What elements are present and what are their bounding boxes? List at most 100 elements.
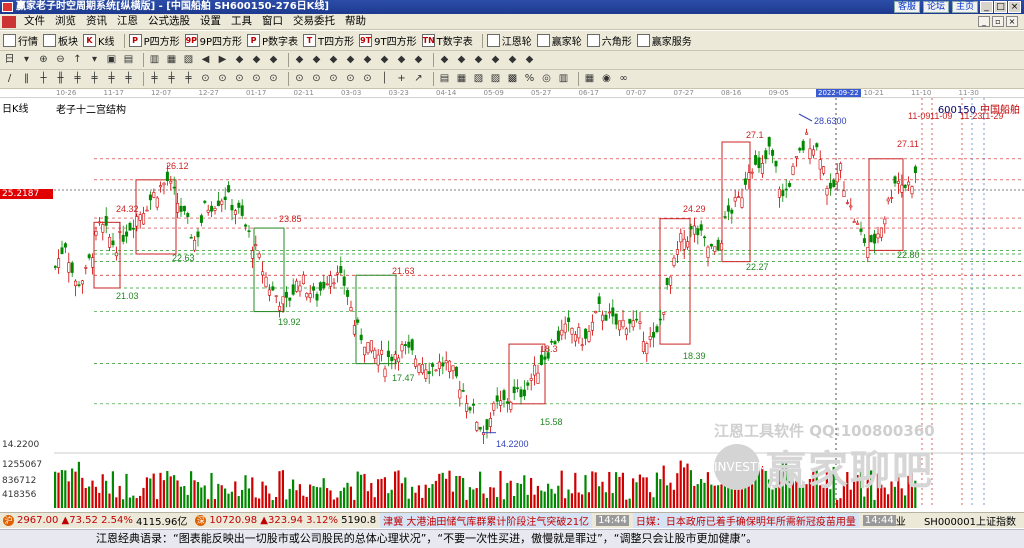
menu-info[interactable]: 资讯 [81, 14, 112, 29]
document-icon[interactable] [2, 15, 16, 28]
toolbar3_icons-tool-icon-8[interactable]: ╪ [148, 72, 161, 86]
toolbar3_icons-tool-icon-4[interactable]: ╪ [71, 72, 84, 86]
toolbar-button-12[interactable]: 赢家服务 [636, 33, 692, 48]
toolbar3_icons-tool-icon-10[interactable]: ╪ [182, 72, 195, 86]
toolbar3_icons-tool-icon-22[interactable]: + [395, 72, 408, 86]
toolbar3_icons-tool-icon-18[interactable]: ⊙ [327, 72, 340, 86]
toolbar2_icons-tool-icon-28[interactable]: ◆ [506, 53, 519, 67]
toolbar2_icons-tool-icon-18[interactable]: ◆ [327, 53, 340, 67]
toolbar-button-4[interactable]: 9P 9P四方形 [184, 33, 242, 48]
toolbar2_icons-tool-icon-4[interactable]: ↑ [71, 53, 84, 67]
toolbar2_icons-tool-icon-8[interactable]: ▥ [148, 53, 161, 67]
menu-gann[interactable]: 江恩 [112, 14, 143, 29]
toolbar3_icons-tool-icon-25[interactable]: ▦ [455, 72, 468, 86]
toolbar3_icons-tool-icon-27[interactable]: ▨ [489, 72, 502, 86]
toolbar2_icons-tool-icon-5[interactable]: ▾ [88, 53, 101, 67]
index-code[interactable]: SH000001上证指数 [924, 513, 1016, 528]
toolbar2_icons-tool-icon-0[interactable]: 日 [3, 53, 16, 67]
close-button[interactable]: × [1008, 1, 1021, 13]
toolbar3_icons-tool-icon-1[interactable]: ‖ [20, 72, 33, 86]
toolbar3_icons-tool-icon-12[interactable]: ⊙ [216, 72, 229, 86]
toolbar2_icons-tool-icon-16[interactable]: ◆ [293, 53, 306, 67]
toolbar-button-10[interactable]: 赢家轮 [536, 33, 582, 48]
toolbar2_icons-tool-icon-29[interactable]: ◆ [523, 53, 536, 67]
menu-trade[interactable]: 交易委托 [288, 14, 340, 29]
toolbar3_icons-tool-icon-21[interactable]: │ [378, 72, 391, 86]
menu-browse[interactable]: 浏览 [50, 14, 81, 29]
toolbar2_icons-tool-icon-6[interactable]: ▣ [105, 53, 118, 67]
mdi-close-button[interactable]: × [1006, 16, 1018, 27]
toolbar3_icons-tool-icon-26[interactable]: ▧ [472, 72, 485, 86]
toolbar3_icons-tool-icon-11[interactable]: ⊙ [199, 72, 212, 86]
minimize-button[interactable]: _ [980, 1, 993, 13]
toolbar2_icons-tool-icon-20[interactable]: ◆ [361, 53, 374, 67]
news-item-1[interactable]: 津冀 大港油田储气库群累计阶段注气突破21亿 [380, 513, 593, 528]
toolbar2_icons-tool-icon-3[interactable]: ⊖ [54, 53, 67, 67]
toolbar-button-5[interactable]: P P数字表 [247, 33, 298, 48]
toolbar-button-3[interactable]: P P四方形 [128, 33, 180, 48]
toolbar3_icons-tool-icon-6[interactable]: ╪ [105, 72, 118, 86]
toolbar3_icons-tool-icon-33[interactable]: ◉ [600, 72, 613, 86]
mdi-restore-button[interactable]: ▫ [992, 16, 1004, 27]
toolbar2_icons-tool-icon-22[interactable]: ◆ [395, 53, 408, 67]
toolbar2_icons-tool-icon-27[interactable]: ◆ [489, 53, 502, 67]
toolbar3_icons-tool-icon-5[interactable]: ╪ [88, 72, 101, 86]
toolbar2_icons-tool-icon-7[interactable]: ▤ [122, 53, 135, 67]
toolbar3_icons-tool-icon-30[interactable]: ◎ [540, 72, 553, 86]
toolbar-button-9[interactable]: 江恩轮 [486, 33, 532, 48]
toolbar3_icons-tool-icon-29[interactable]: % [523, 72, 536, 86]
toolbar2_icons-tool-icon-9[interactable]: ▦ [165, 53, 178, 67]
toolbar-button-6[interactable]: T T四方形 [303, 33, 354, 48]
toolbar2_icons-tool-icon-17[interactable]: ◆ [310, 53, 323, 67]
toolbar2_icons-tool-icon-13[interactable]: ◆ [233, 53, 246, 67]
toolbar3_icons-tool-icon-31[interactable]: ▥ [557, 72, 570, 86]
toolbar-button-1[interactable]: 板块 [43, 33, 78, 48]
toolbar3_icons-tool-icon-13[interactable]: ⊙ [233, 72, 246, 86]
toolbar2_icons-tool-icon-26[interactable]: ◆ [472, 53, 485, 67]
toolbar2_icons-tool-icon-12[interactable]: ▶ [216, 53, 229, 67]
toolbar2_icons-tool-icon-10[interactable]: ▧ [182, 53, 195, 67]
toolbar2_icons-tool-icon-15[interactable]: ◆ [267, 53, 280, 67]
toolbar-button-8[interactable]: TN T数字表 [421, 33, 473, 48]
toolbar2_icons-tool-icon-24[interactable]: ◆ [438, 53, 451, 67]
toolbar3_icons-tool-icon-24[interactable]: ▤ [438, 72, 451, 86]
toolbar-button-11[interactable]: 六角形 [586, 33, 632, 48]
news-item-2[interactable]: 日媒：日本政府已着手确保明年所需新冠疫苗用量 [632, 513, 859, 528]
toolbar3_icons-tool-icon-3[interactable]: ╫ [54, 72, 67, 86]
kline-chart[interactable]: 老子十二宫结构 600150 中国船舶 26.12 24.32 22.63 21.03 2… [54, 98, 1024, 510]
toolbar2_icons-tool-icon-23[interactable]: ◆ [412, 53, 425, 67]
toolbar-button-7[interactable]: 9T 9T四方形 [359, 33, 417, 48]
toolbar3_icons-tool-icon-2[interactable]: ┼ [37, 72, 50, 86]
maximize-button[interactable]: □ [994, 1, 1007, 13]
toolbar2_icons-tool-icon-19[interactable]: ◆ [344, 53, 357, 67]
toolbar3_icons-tool-icon-32[interactable]: ▦ [583, 72, 596, 86]
toolbar2_icons-tool-icon-1[interactable]: ▾ [20, 53, 33, 67]
toolbar3_icons-tool-icon-20[interactable]: ⊙ [361, 72, 374, 86]
toolbar3_icons-tool-icon-7[interactable]: ╪ [122, 72, 135, 86]
mdi-minimize-button[interactable]: _ [978, 16, 990, 27]
toolbar2_icons-tool-icon-25[interactable]: ◆ [455, 53, 468, 67]
menu-settings[interactable]: 设置 [195, 14, 226, 29]
toolbar3_icons-tool-icon-19[interactable]: ⊙ [344, 72, 357, 86]
toolbar3_icons-tool-icon-23[interactable]: ↗ [412, 72, 425, 86]
toolbar3_icons-tool-icon-15[interactable]: ⊙ [267, 72, 280, 86]
toolbar2_icons-tool-icon-11[interactable]: ◀ [199, 53, 212, 67]
toolbar3_icons-tool-icon-17[interactable]: ⊙ [310, 72, 323, 86]
toolbar2_icons-tool-icon-14[interactable]: ◆ [250, 53, 263, 67]
menu-window[interactable]: 窗口 [257, 14, 288, 29]
toolbar2_icons-tool-icon-21[interactable]: ◆ [378, 53, 391, 67]
toolbar-button-0[interactable]: 行情 [3, 33, 38, 48]
menu-help[interactable]: 帮助 [340, 14, 371, 29]
toolbar3_icons-tool-icon-9[interactable]: ╪ [165, 72, 178, 86]
toolbar-button-2[interactable]: K K线 [83, 33, 115, 48]
link-home[interactable]: 主页 [951, 1, 978, 13]
link-support[interactable]: 客服 [893, 1, 920, 13]
toolbar3_icons-tool-icon-0[interactable]: / [3, 72, 16, 86]
toolbar3_icons-tool-icon-28[interactable]: ▩ [506, 72, 519, 86]
toolbar3_icons-tool-icon-16[interactable]: ⊙ [293, 72, 306, 86]
menu-tools[interactable]: 工具 [226, 14, 257, 29]
menu-file[interactable]: 文件 [19, 14, 50, 29]
toolbar3_icons-tool-icon-34[interactable]: ∞ [617, 72, 630, 86]
menu-formula[interactable]: 公式选股 [143, 14, 195, 29]
toolbar3_icons-tool-icon-14[interactable]: ⊙ [250, 72, 263, 86]
